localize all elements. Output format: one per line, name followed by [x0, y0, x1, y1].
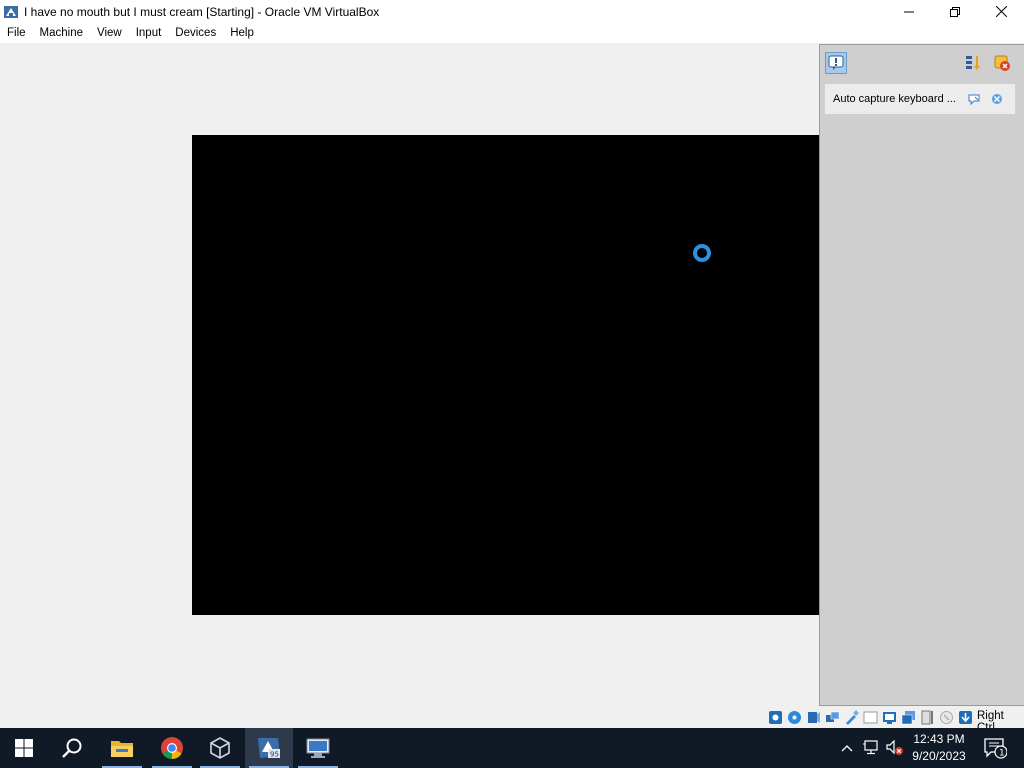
menu-help[interactable]: Help	[223, 23, 261, 43]
status-bar: Right Ctrl	[0, 707, 1024, 734]
notification-icon	[828, 55, 844, 70]
notification-help-icon[interactable]	[967, 92, 981, 106]
close-icon	[995, 6, 1007, 17]
recording-icon[interactable]	[900, 710, 916, 726]
usb-icon[interactable]	[843, 710, 859, 726]
notification-message: Auto capture keyboard ...	[833, 93, 956, 105]
file-explorer-icon	[111, 741, 133, 757]
mouse-integration-icon[interactable]	[938, 710, 954, 726]
loading-cursor-icon	[693, 244, 711, 262]
display-icon[interactable]	[881, 710, 897, 726]
notification-center: Auto capture keyboard ...	[819, 44, 1024, 706]
close-button[interactable]	[978, 0, 1024, 23]
title-bar[interactable]: I have no mouth but I must cream [Starti…	[0, 0, 1024, 23]
device-indicators	[767, 709, 976, 726]
sort-notifications-button[interactable]	[964, 53, 984, 73]
remote-desktop-icon	[306, 738, 330, 758]
minimize-icon	[904, 11, 914, 12]
menu-machine[interactable]: Machine	[33, 23, 90, 43]
notification-item: Auto capture keyboard ...	[825, 84, 1015, 114]
minimize-button[interactable]	[886, 0, 932, 23]
tray-network[interactable]	[860, 728, 882, 768]
show-hidden-icons-button[interactable]	[838, 728, 856, 768]
action-center-button[interactable]: 1	[978, 728, 1012, 768]
optical-drive-icon[interactable]	[786, 710, 802, 726]
taskbar-chrome[interactable]	[148, 728, 196, 768]
volume-muted-icon	[886, 740, 903, 755]
tray-volume[interactable]	[884, 728, 906, 768]
menu-bar: File Machine View Input Devices Help	[0, 23, 1024, 43]
vm-display-area: Auto capture keyboard ...	[0, 43, 1024, 707]
virtualbox-app-icon	[4, 5, 18, 18]
vm-window-icon: 95	[258, 738, 280, 759]
chrome-icon	[161, 737, 183, 759]
menu-devices[interactable]: Devices	[168, 23, 223, 43]
chevron-up-icon	[841, 745, 853, 752]
taskbar-remote-desktop[interactable]	[294, 728, 342, 768]
start-button[interactable]	[0, 728, 48, 768]
taskbar-vm-window[interactable]: 95	[245, 728, 293, 768]
search-icon	[62, 738, 82, 758]
cpu-icon[interactable]	[919, 710, 935, 726]
shared-folders-icon[interactable]	[862, 710, 878, 726]
clock-date: 9/20/2023	[912, 749, 966, 763]
menu-input[interactable]: Input	[129, 23, 169, 43]
audio-icon[interactable]	[805, 710, 821, 726]
notifications-icon: 1	[984, 738, 1007, 759]
sort-icon	[966, 56, 980, 70]
keyboard-capture-icon[interactable]	[957, 710, 973, 726]
restore-button[interactable]	[932, 0, 978, 23]
search-button[interactable]	[48, 728, 96, 768]
taskbar-virtualbox-manager[interactable]	[196, 728, 244, 768]
notification-close-icon[interactable]	[990, 92, 1004, 106]
network-tray-icon	[863, 740, 878, 755]
window-title: I have no mouth but I must cream [Starti…	[24, 4, 380, 19]
close-all-notifications-button[interactable]	[992, 53, 1012, 73]
restore-icon	[950, 6, 960, 17]
svg-text:95: 95	[270, 751, 279, 759]
window-controls	[886, 0, 1024, 23]
clock-time: 12:43 PM	[913, 732, 965, 746]
start-icon	[15, 739, 33, 757]
virtualbox-manager-icon	[210, 737, 230, 759]
notification-toolbar	[820, 45, 1024, 79]
close-all-icon	[994, 55, 1010, 71]
vm-screen[interactable]	[192, 135, 820, 615]
taskbar-file-explorer[interactable]	[98, 728, 146, 768]
tray-clock[interactable]: 12:43 PM 9/20/2023	[908, 731, 970, 765]
notification-count: 1	[999, 749, 1005, 759]
hard-disk-icon[interactable]	[767, 710, 783, 726]
menu-file[interactable]: File	[0, 23, 33, 43]
toggle-notifications-button[interactable]	[825, 52, 847, 74]
menu-view[interactable]: View	[90, 23, 129, 43]
network-icon[interactable]	[824, 710, 840, 726]
taskbar: 95 12:43 PM 9/20/2023 1	[0, 728, 1024, 768]
